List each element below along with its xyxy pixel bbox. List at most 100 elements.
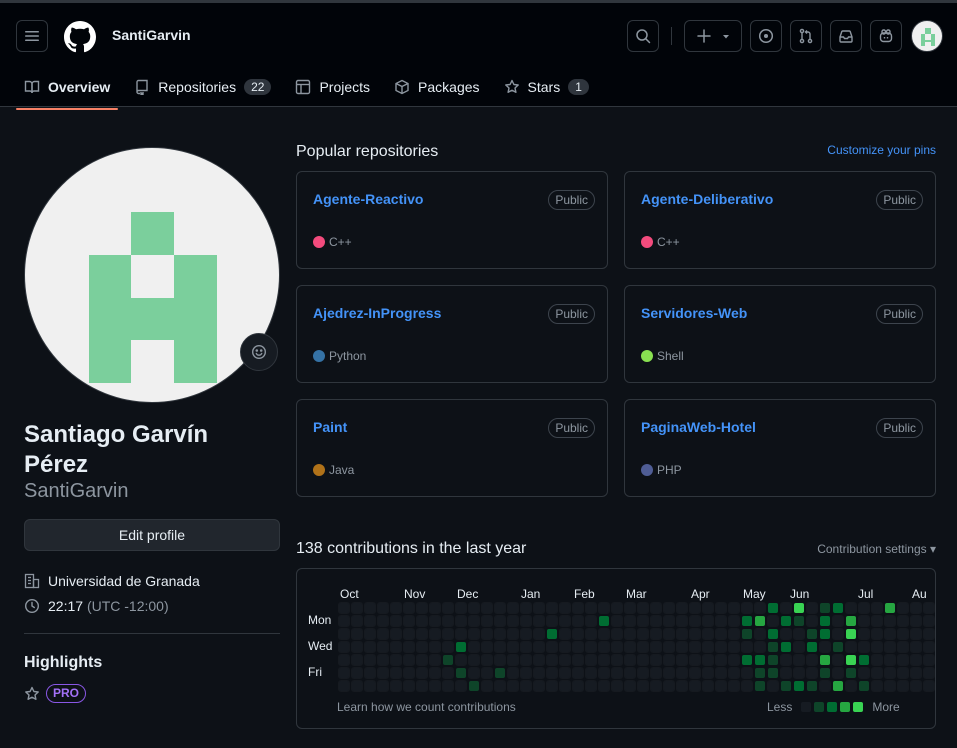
contribution-day[interactable] [377,641,389,653]
contribution-day[interactable] [533,641,545,653]
contribution-day[interactable] [416,628,428,640]
contribution-day[interactable] [820,655,830,665]
contribution-day[interactable] [364,641,376,653]
contribution-day[interactable] [403,654,415,666]
contribution-day[interactable] [611,667,623,679]
contribution-day[interactable] [455,615,467,627]
contribution-settings-dropdown[interactable]: Contribution settings ▾ [817,542,936,556]
contribution-day[interactable] [846,668,856,678]
contribution-day[interactable] [871,680,883,692]
contribution-day[interactable] [859,681,869,691]
contribution-day[interactable] [481,667,493,679]
inbox-button[interactable] [830,20,862,52]
contribution-day[interactable] [702,680,714,692]
contribution-day[interactable] [715,654,727,666]
contribution-day[interactable] [884,667,896,679]
contribution-day[interactable] [481,615,493,627]
contribution-day[interactable] [611,615,623,627]
contribution-day[interactable] [794,681,804,691]
contribution-day[interactable] [598,628,610,640]
contribution-day[interactable] [520,667,532,679]
contribution-day[interactable] [845,680,857,692]
contribution-day[interactable] [351,615,363,627]
contribution-day[interactable] [715,641,727,653]
contribution-day[interactable] [611,602,623,614]
contribution-day[interactable] [377,654,389,666]
contribution-day[interactable] [585,628,597,640]
contribution-day[interactable] [351,680,363,692]
contribution-day[interactable] [599,616,609,626]
contribution-day[interactable] [390,615,402,627]
contribution-day[interactable] [637,680,649,692]
contribution-day[interactable] [403,602,415,614]
contribution-day[interactable] [546,602,558,614]
contribution-day[interactable] [507,628,519,640]
contribution-day[interactable] [871,602,883,614]
contribution-day[interactable] [781,642,791,652]
contribution-day[interactable] [897,654,909,666]
contribution-day[interactable] [780,602,792,614]
contribution-day[interactable] [377,602,389,614]
contribution-day[interactable] [832,654,844,666]
contribution-day[interactable] [742,616,752,626]
contribution-day[interactable] [364,602,376,614]
contribution-day[interactable] [728,628,740,640]
contribution-day[interactable] [585,654,597,666]
contribution-day[interactable] [884,680,896,692]
contribution-day[interactable] [923,615,935,627]
contribution-day[interactable] [416,680,428,692]
contribution-day[interactable] [377,680,389,692]
contribution-day[interactable] [676,667,688,679]
contribution-day[interactable] [910,615,922,627]
contribution-day[interactable] [728,654,740,666]
contribution-day[interactable] [858,641,870,653]
contribution-day[interactable] [546,641,558,653]
contribution-day[interactable] [676,654,688,666]
contribution-day[interactable] [585,667,597,679]
contribution-day[interactable] [598,667,610,679]
contribution-day[interactable] [338,680,350,692]
contribution-day[interactable] [910,654,922,666]
contribution-day[interactable] [403,641,415,653]
contribution-day[interactable] [833,642,843,652]
contribution-day[interactable] [416,641,428,653]
contribution-day[interactable] [572,654,584,666]
contribution-day[interactable] [572,641,584,653]
contribution-day[interactable] [507,680,519,692]
contribution-day[interactable] [781,681,791,691]
tab-stars[interactable]: Stars 1 [496,66,597,108]
contribution-day[interactable] [481,628,493,640]
contribution-day[interactable] [689,615,701,627]
issues-button[interactable] [750,20,782,52]
contribution-day[interactable] [598,680,610,692]
contribution-day[interactable] [429,615,441,627]
contribution-day[interactable] [754,602,766,614]
contribution-day[interactable] [468,615,480,627]
contribution-day[interactable] [494,602,506,614]
contribution-day[interactable] [663,602,675,614]
contribution-day[interactable] [689,641,701,653]
contribution-day[interactable] [351,628,363,640]
contribution-day[interactable] [846,655,856,665]
contribution-day[interactable] [494,628,506,640]
contribution-day[interactable] [663,641,675,653]
contribution-day[interactable] [676,615,688,627]
contribution-day[interactable] [897,641,909,653]
contribution-day[interactable] [637,615,649,627]
contribution-day[interactable] [468,667,480,679]
contribution-day[interactable] [858,615,870,627]
repo-name-link[interactable]: Paint [313,419,347,435]
contribution-day[interactable] [845,641,857,653]
contribution-day[interactable] [910,641,922,653]
contribution-day[interactable] [741,641,753,653]
contribution-day[interactable] [663,680,675,692]
contribution-day[interactable] [390,602,402,614]
contribution-day[interactable] [728,667,740,679]
learn-contributions-link[interactable]: Learn how we count contributions [337,700,516,714]
contribution-day[interactable] [702,654,714,666]
contribution-day[interactable] [624,628,636,640]
contribution-day[interactable] [897,667,909,679]
contribution-day[interactable] [859,655,869,665]
contribution-day[interactable] [455,654,467,666]
contribution-day[interactable] [858,628,870,640]
